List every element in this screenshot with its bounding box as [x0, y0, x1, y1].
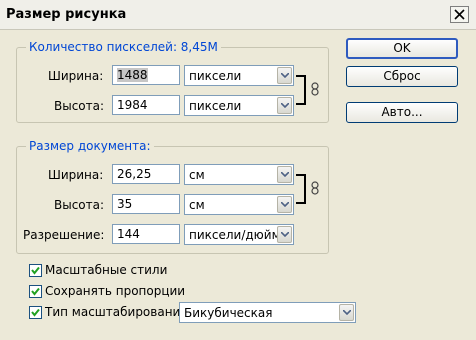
check-icon [31, 287, 40, 296]
pixel-width-field[interactable]: 1488 [112, 65, 180, 85]
resolution-field[interactable]: 144 [112, 224, 180, 244]
pixel-height-field[interactable]: 1984 [112, 95, 180, 115]
pixel-height-unit: пиксели [189, 99, 242, 113]
resample-method: Бикубическая [184, 306, 273, 320]
scale-styles-checkbox[interactable] [29, 264, 42, 277]
doc-height-unit-select[interactable]: см [184, 194, 294, 215]
doc-height-value: 35 [117, 197, 133, 211]
chevron-down-icon[interactable] [277, 97, 292, 114]
resample-checkbox[interactable] [29, 306, 42, 319]
pixel-height-label: Высота: [54, 99, 105, 113]
doc-width-label: Ширина: [48, 168, 104, 182]
chain-link-icon [311, 82, 319, 96]
pixel-width-unit: пиксели [189, 69, 242, 83]
doc-width-field[interactable]: 26,25 [112, 164, 180, 184]
title-bar: Размер рисунка [0, 0, 476, 30]
pixel-width-unit-select[interactable]: пиксели [184, 65, 294, 86]
check-icon [31, 308, 40, 317]
doc-height-field[interactable]: 35 [112, 194, 180, 214]
pixel-link-bracket [296, 75, 306, 105]
resample-method-select[interactable]: Бикубическая [179, 302, 356, 323]
resolution-unit: пиксели/дюйм [189, 228, 281, 242]
chevron-down-icon[interactable] [277, 166, 292, 183]
window-title: Размер рисунка [6, 7, 127, 22]
close-icon [454, 9, 465, 20]
constrain-proportions-checkbox[interactable] [29, 285, 42, 298]
chevron-down-icon[interactable] [277, 196, 292, 213]
doc-width-value: 26,25 [117, 167, 152, 181]
chevron-down-icon[interactable] [277, 226, 292, 243]
scale-styles-label: Масштабные стили [45, 263, 168, 277]
doc-width-unit: см [189, 168, 205, 182]
document-size-legend: Размер документа: [26, 139, 154, 153]
pixel-height-unit-select[interactable]: пиксели [184, 95, 294, 116]
check-icon [31, 266, 40, 275]
resolution-unit-select[interactable]: пиксели/дюйм [184, 224, 294, 245]
resample-label: Тип масштабирования: [45, 305, 192, 319]
ok-button[interactable]: OK [346, 38, 458, 59]
pixel-width-label: Ширина: [48, 69, 104, 83]
close-button[interactable] [450, 6, 469, 23]
resolution-value: 144 [117, 227, 140, 241]
doc-link-bracket [296, 174, 306, 204]
doc-height-unit: см [189, 198, 205, 212]
chevron-down-icon[interactable] [277, 67, 292, 84]
resolution-label: Разрешение: [23, 228, 105, 242]
pixel-width-value: 1488 [117, 68, 148, 82]
reset-button[interactable]: Сброс [346, 66, 458, 87]
chevron-down-icon[interactable] [339, 304, 354, 321]
auto-button[interactable]: Авто... [346, 102, 458, 123]
constrain-proportions-label: Сохранять пропорции [45, 284, 186, 298]
chain-link-icon [311, 181, 319, 195]
pixel-height-value: 1984 [117, 98, 148, 112]
pixel-dimensions-legend: Количество пискселей: 8,45М [26, 40, 221, 54]
doc-height-label: Высота: [54, 198, 105, 212]
doc-width-unit-select[interactable]: см [184, 164, 294, 185]
